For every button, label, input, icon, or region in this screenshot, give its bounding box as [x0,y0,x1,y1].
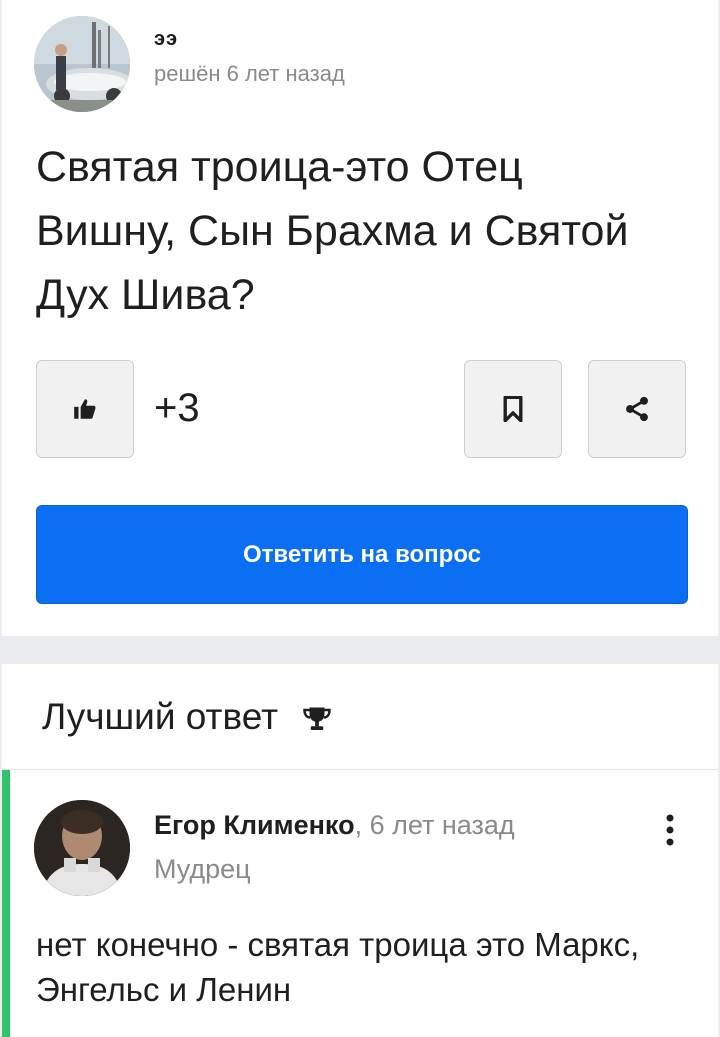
answer-text: нет конечно - святая троица это Маркс, Э… [36,926,640,1008]
answer-question-button[interactable]: Ответить на вопрос [36,505,688,604]
trophy-icon [303,707,331,730]
question-card: ээ решён 6 лет назад Святая троица-это О… [2,0,718,636]
avatar-image [34,800,130,896]
question-title: Святая троица-это Отец Вишну, Сын Брахма… [36,143,629,319]
share-icon [626,396,648,422]
more-vertical-icon [666,814,674,846]
best-answer-header: Лучший ответ [2,664,718,770]
best-answer: Егор Клименко, 6 лет назад Мудрец нет ко… [2,770,718,1037]
answer-author-line: Егор Клименко, 6 лет назад [154,810,515,841]
question-author: ээ решён 6 лет назад [34,16,345,112]
question-author-name[interactable]: ээ [154,28,345,51]
share-button[interactable] [588,360,686,458]
answer-time: , 6 лет назад [354,810,515,840]
more-options-button[interactable] [660,810,680,850]
bookmark-icon [503,396,523,422]
question-author-avatar[interactable] [34,16,130,112]
bookmark-button[interactable] [464,360,562,458]
like-button[interactable] [36,360,134,458]
best-answer-title: Лучший ответ [42,695,279,737]
answer-author-name[interactable]: Егор Клименко [154,810,355,840]
avatar-image [34,16,130,112]
thumbs-up-icon [74,399,96,419]
answer-author-rank: Мудрец [154,854,251,884]
question-score: +3 [154,386,200,430]
best-answer-indicator [2,770,10,1037]
question-status-time: решён 6 лет назад [154,60,345,86]
best-answer-card: Лучший ответ Егор Клименко, 6 лет назад … [2,664,718,1037]
answer-author-avatar[interactable] [34,800,130,896]
